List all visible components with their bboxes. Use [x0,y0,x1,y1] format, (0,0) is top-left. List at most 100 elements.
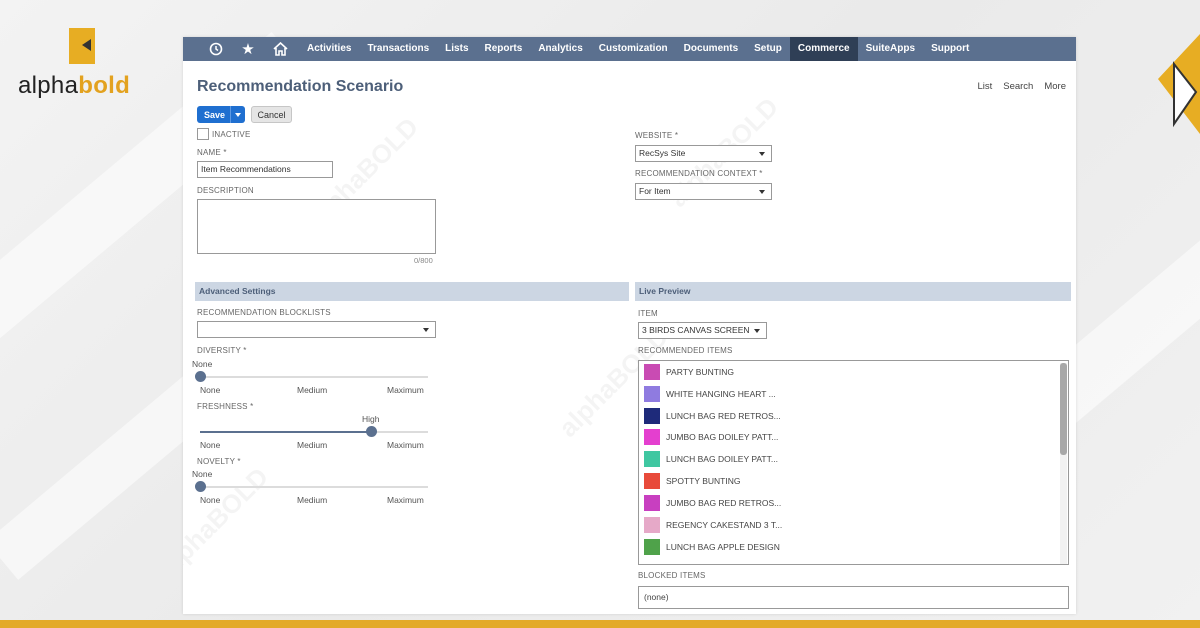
nav-analytics[interactable]: Analytics [530,37,590,61]
nav-activities[interactable]: Activities [299,37,359,61]
nav-transactions[interactable]: Transactions [359,37,437,61]
blocklists-select[interactable] [197,321,436,338]
blocked-items-field[interactable]: (none) [638,586,1069,609]
product-name: JUMBO BAG DOILEY PATT... [666,432,779,442]
inactive-checkbox[interactable] [197,128,209,140]
product-thumbnail [644,495,660,511]
item-select[interactable]: 3 BIRDS CANVAS SCREEN [638,322,767,339]
product-thumbnail [644,517,660,533]
home-icon[interactable] [267,37,293,61]
novelty-scale-maximum: Maximum [387,495,424,505]
nav-suiteapps[interactable]: SuiteApps [858,37,923,61]
freshness-slider-fill [200,431,371,433]
freshness-scale-medium: Medium [297,440,328,450]
save-button-label: Save [204,109,226,120]
chevron-down-icon [754,329,760,333]
item-value: 3 BIRDS CANVAS SCREEN [642,325,750,335]
product-name: WHITE HANGING HEART ... [666,389,776,399]
nav-documents[interactable]: Documents [676,37,746,61]
nav-customization[interactable]: Customization [591,37,676,61]
recommendation-context-select[interactable]: For Item [635,183,772,200]
nav-commerce[interactable]: Commerce [789,37,858,61]
list-item[interactable]: LUNCH BAG DOILEY PATT... [644,450,778,468]
freshness-scale-maximum: Maximum [387,440,424,450]
netsuite-window: alphaBOLD alphaBOLD alphaBOLD alphaBOLD … [183,37,1076,614]
recent-icon[interactable] [203,37,229,61]
product-thumbnail [644,408,660,424]
diversity-slider-thumb[interactable] [195,371,206,382]
product-name: LUNCH BAG DOILEY PATT... [666,454,778,464]
save-options-dropdown[interactable] [230,106,245,123]
chevron-down-icon [235,112,241,117]
product-thumbnail [644,473,660,489]
novelty-slider-thumb[interactable] [195,481,206,492]
list-item[interactable]: WHITE HANGING HEART ... [644,385,776,403]
product-name: JUMBO BAG RED RETROS... [666,498,782,508]
more-link[interactable]: More [1044,81,1066,92]
search-link[interactable]: Search [1003,81,1033,92]
product-name: LUNCH BAG APPLE DESIGN [666,542,780,552]
nav-lists[interactable]: Lists [437,37,476,61]
nav-support[interactable]: Support [923,37,977,61]
cancel-button[interactable]: Cancel [251,106,292,123]
item-label: ITEM [638,309,658,318]
description-counter: 0/800 [414,256,433,265]
blocked-items-label: BLOCKED ITEMS [638,571,706,580]
freshness-label: FRESHNESS * [197,402,254,411]
recommended-items-list[interactable]: PARTY BUNTING WHITE HANGING HEART ... LU… [638,360,1069,565]
advanced-settings-header[interactable]: Advanced Settings [195,282,629,301]
product-name: PARTY BUNTING [666,367,735,377]
diversity-scale-medium: Medium [297,385,328,395]
novelty-scale-none: None [200,495,221,505]
list-item[interactable]: REGENCY CAKESTAND 3 T... [644,516,782,534]
diversity-slider-track[interactable] [200,376,428,378]
novelty-scale-medium: Medium [297,495,328,505]
product-name: LUNCH BAG RED RETROS... [666,411,781,421]
logo-wordmark: alphabold [18,72,131,99]
list-item[interactable]: SPOTTY BUNTING [644,472,740,490]
watermark: alphaBOLD [183,461,275,583]
product-thumbnail [644,451,660,467]
list-scrollbar-thumb[interactable] [1060,363,1067,455]
star-icon[interactable]: ★ [235,37,261,61]
list-item[interactable]: JUMBO BAG DOILEY PATT... [644,428,778,446]
novelty-current-value: None [192,469,213,479]
recommendation-context-label: RECOMMENDATION CONTEXT * [635,169,763,178]
diversity-scale-none: None [200,385,221,395]
novelty-label: NOVELTY * [197,457,241,466]
nav-reports[interactable]: Reports [477,37,531,61]
alphabold-logo: alphabold [18,28,143,108]
product-thumbnail [644,386,660,402]
list-item[interactable]: PARTY BUNTING [644,363,734,381]
brand-bottom-bar [0,620,1200,628]
freshness-scale-none: None [200,440,221,450]
page-links: List Search More [977,81,1066,92]
freshness-current-value: High [362,414,380,424]
product-name: SPOTTY BUNTING [666,476,741,486]
website-value: RecSys Site [639,148,686,158]
chevron-down-icon [423,328,429,332]
chevron-down-icon [759,152,765,156]
website-select[interactable]: RecSys Site [635,145,772,162]
recommendation-context-value: For Item [639,186,671,196]
live-preview-header[interactable]: Live Preview [635,282,1071,301]
description-field[interactable] [197,199,436,254]
list-item[interactable]: JUMBO BAG RED RETROS... [644,494,781,512]
list-link[interactable]: List [977,81,992,92]
diversity-scale-maximum: Maximum [387,385,424,395]
blocklists-label: RECOMMENDATION BLOCKLISTS [197,308,331,317]
list-item[interactable]: LUNCH BAG RED RETROS... [644,407,781,425]
list-item[interactable]: LUNCH BAG APPLE DESIGN [644,538,780,556]
product-name: REGENCY CAKESTAND 3 T... [666,520,783,530]
nav-setup[interactable]: Setup [746,37,790,61]
product-thumbnail [644,429,660,445]
novelty-slider-track[interactable] [200,486,428,488]
name-field[interactable]: Item Recommendations [197,161,333,178]
freshness-slider-thumb[interactable] [366,426,377,437]
diversity-current-value: None [192,359,213,369]
description-label: DESCRIPTION [197,186,254,195]
logo-mark-icon [69,28,95,64]
name-label: NAME * [197,148,227,157]
save-button[interactable]: Save [197,106,245,123]
chevron-down-icon [759,190,765,194]
